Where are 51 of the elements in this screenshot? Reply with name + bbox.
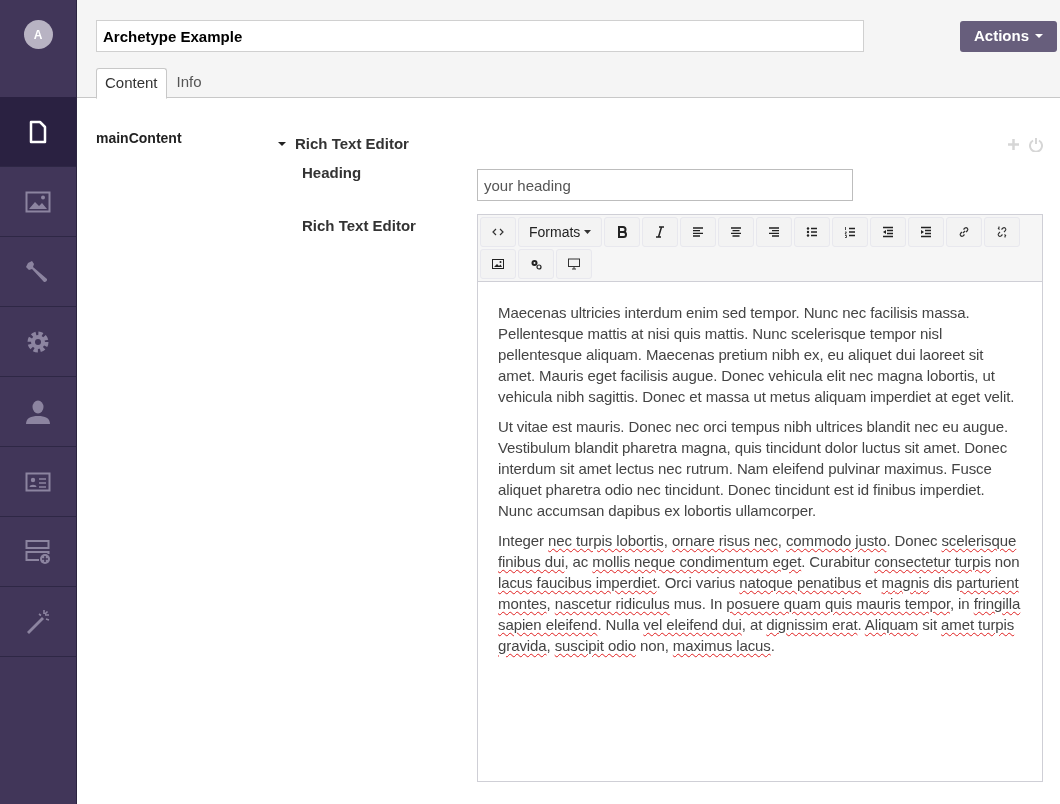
unlink-button[interactable] [984,217,1021,247]
tab[interactable]: Info [166,67,212,98]
add-layout-icon [25,538,51,565]
align-center-icon [730,226,743,238]
heading-input[interactable]: your heading [477,169,853,201]
image-button[interactable] [480,249,516,279]
gears-button[interactable] [518,249,554,279]
outdent-icon [882,226,895,238]
align-left-icon [692,226,705,238]
image-icon [25,190,51,213]
align-center-button[interactable] [718,217,755,247]
caret-icon [1035,34,1043,38]
monitor-icon [568,258,580,270]
monitor-button[interactable] [556,249,592,279]
tab[interactable]: Content [96,68,167,99]
actions-button[interactable]: Actions [960,20,1057,52]
paragraph: Maecenas ultricies interdum enim sed tempor. Nunc nec facilisis massa. Pellentesque mattis at nisi quis mattis. Nunc scelerisque tempor nisl pellentesque aliquam. Maecenas pretium nibh ex, eu aliquet dui laoreet sit amet. Mauris eget facilisis augue. Donec vehicula elit nec magna lobortis, ut vehicula nibh sagittis. Donec et massa ut metus aliquam imperdiet at eget velit. [498,303,1016,407]
align-right-button[interactable] [756,217,793,247]
link-icon [958,226,971,238]
title-input[interactable]: Archetype Example [96,20,864,52]
field-label: Heading [302,163,363,183]
image-icon [492,258,504,270]
indent-icon [920,226,933,238]
numbered-list-button[interactable] [832,217,869,247]
user-icon [25,398,51,425]
field-label: Rich Text Editor [302,216,417,236]
italic-button[interactable] [642,217,679,247]
align-left-button[interactable] [680,217,717,247]
align-right-icon [768,226,781,238]
gears-icon [530,258,542,270]
caret-down-icon [278,142,286,146]
sidebar-item[interactable] [0,97,76,167]
id-card-icon [25,470,51,493]
formats-dropdown[interactable]: Formats [518,217,603,247]
numbered-list-icon [844,226,857,238]
property-label: mainContent [95,129,183,148]
paragraph: Integer nec turpis lobortis, ornare risus nec, commodo justo. Donec scelerisque finibus dui, ac mollis neque condimentum eget. Curabitur consectetur turpis non lacus faucibus imperdiet. Orci varius natoque penatibus et magnis dis parturient montes, nascetur ridiculus mus. In posuere quam quis mauris tempor, in fringilla sapien eleifend. Nulla vel eleifend dui, at dignissim erat. Aliquam sit amet turpis gravida, suscipit odio non, maximus lacus. [498,531,1022,656]
bold-button[interactable] [604,217,641,247]
unlink-icon [996,226,1009,238]
indent-button[interactable] [908,217,945,247]
bulleted-list-button[interactable] [794,217,831,247]
fieldset-toggle[interactable]: Rich Text Editor [278,132,409,156]
bold-icon [616,226,629,238]
caret-icon [584,230,592,234]
magic-wand-icon [25,608,51,635]
bulleted-list-icon [806,226,819,238]
paragraph: Ut vitae est mauris. Donec nec orci tempus nibh ultrices blandit nec eu augue. Vestibulum blandit pharetra magna, quis tincidunt dolor luctus sit amet. Donec interdum sit amet lectus nec rutrum. Nam eleifend pulvinar maximus. Fusce aliquet pharetra odio nec tincidunt. Donec tincidunt est id finibus imperdiet. Nunc accumsan dapibus ex lobortis ullamcorper. [498,417,1009,521]
italic-icon [654,226,667,238]
document-icon [28,119,48,144]
code-icon [492,226,504,238]
outdent-button[interactable] [870,217,907,247]
